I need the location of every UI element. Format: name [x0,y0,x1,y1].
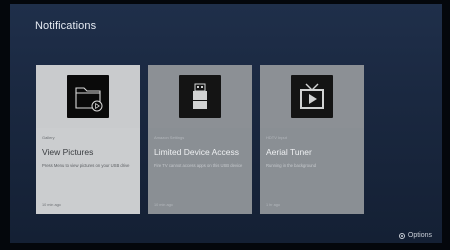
notification-source: Amazon Settings [154,135,185,140]
folder-play-icon [67,75,109,118]
options-hint[interactable]: Options [398,232,432,239]
page-title: Notifications [35,20,97,32]
notification-description: Running in the background [266,163,317,168]
card-text-area [260,128,364,214]
notification-description: Fire TV cannot access apps on this USB d… [154,163,243,168]
notifications-screen: Notifications Gallery View Pictures Pres… [10,4,442,243]
notification-card-hdtv-input[interactable]: HDTV Input Aerial Tuner Running in the b… [260,65,364,214]
notification-source: HDTV Input [266,135,287,140]
notification-title: Limited Device Access [154,147,240,157]
notification-card-amazon-settings[interactable]: Amazon Settings Limited Device Access Fi… [148,65,252,214]
card-text-area [148,128,252,214]
usb-drive-icon [179,75,221,118]
options-label: Options [407,232,432,239]
options-button-icon [398,232,405,239]
notification-time: 1 hr ago [266,203,280,207]
notification-source: Gallery [42,135,55,140]
notification-card-gallery[interactable]: Gallery View Pictures Press Menu to view… [36,65,140,214]
card-image-area [260,65,364,128]
notification-title: Aerial Tuner [266,147,312,157]
card-image-area [36,65,140,128]
notification-description: Press Menu to view pictures on your USB … [42,163,130,168]
card-image-area [148,65,252,128]
card-text-area [36,128,140,214]
notification-title: View Pictures [42,147,94,157]
tv-play-icon [291,75,333,118]
notification-time: 10 min ago [154,203,173,207]
notification-time: 10 min ago [42,203,61,207]
